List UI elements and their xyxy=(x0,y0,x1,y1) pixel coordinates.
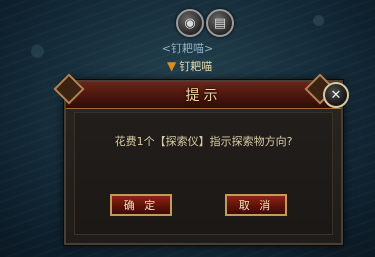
close-icon: ✕ xyxy=(330,87,342,103)
npc-name-label: ▼ 钉耙喵 xyxy=(167,58,212,74)
dialog-title: 提示 xyxy=(185,88,222,104)
npc-title: <钉耙喵> xyxy=(161,42,214,55)
dialog-message: 花费1个【探索仪】指示探索物方向? xyxy=(114,135,293,148)
cancel-button[interactable]: 取 消 xyxy=(225,194,287,216)
dialog-header: 提示 xyxy=(53,73,341,109)
confirm-button[interactable]: 确 定 xyxy=(110,194,172,216)
prompt-dialog: 提示 ✕ 花费1个【探索仪】指示探索物方向? 确 定 取 消 xyxy=(53,73,349,245)
book-icon[interactable]: ▤ xyxy=(206,9,234,37)
npc-name: 钉耙喵 xyxy=(179,60,213,73)
close-button[interactable]: ✕ xyxy=(323,82,349,108)
faction-emblem-icon: ▼ xyxy=(167,59,177,73)
compass-icon[interactable]: ◉ xyxy=(176,9,204,37)
dialog-body: 花费1个【探索仪】指示探索物方向? 确 定 取 消 xyxy=(74,112,333,235)
